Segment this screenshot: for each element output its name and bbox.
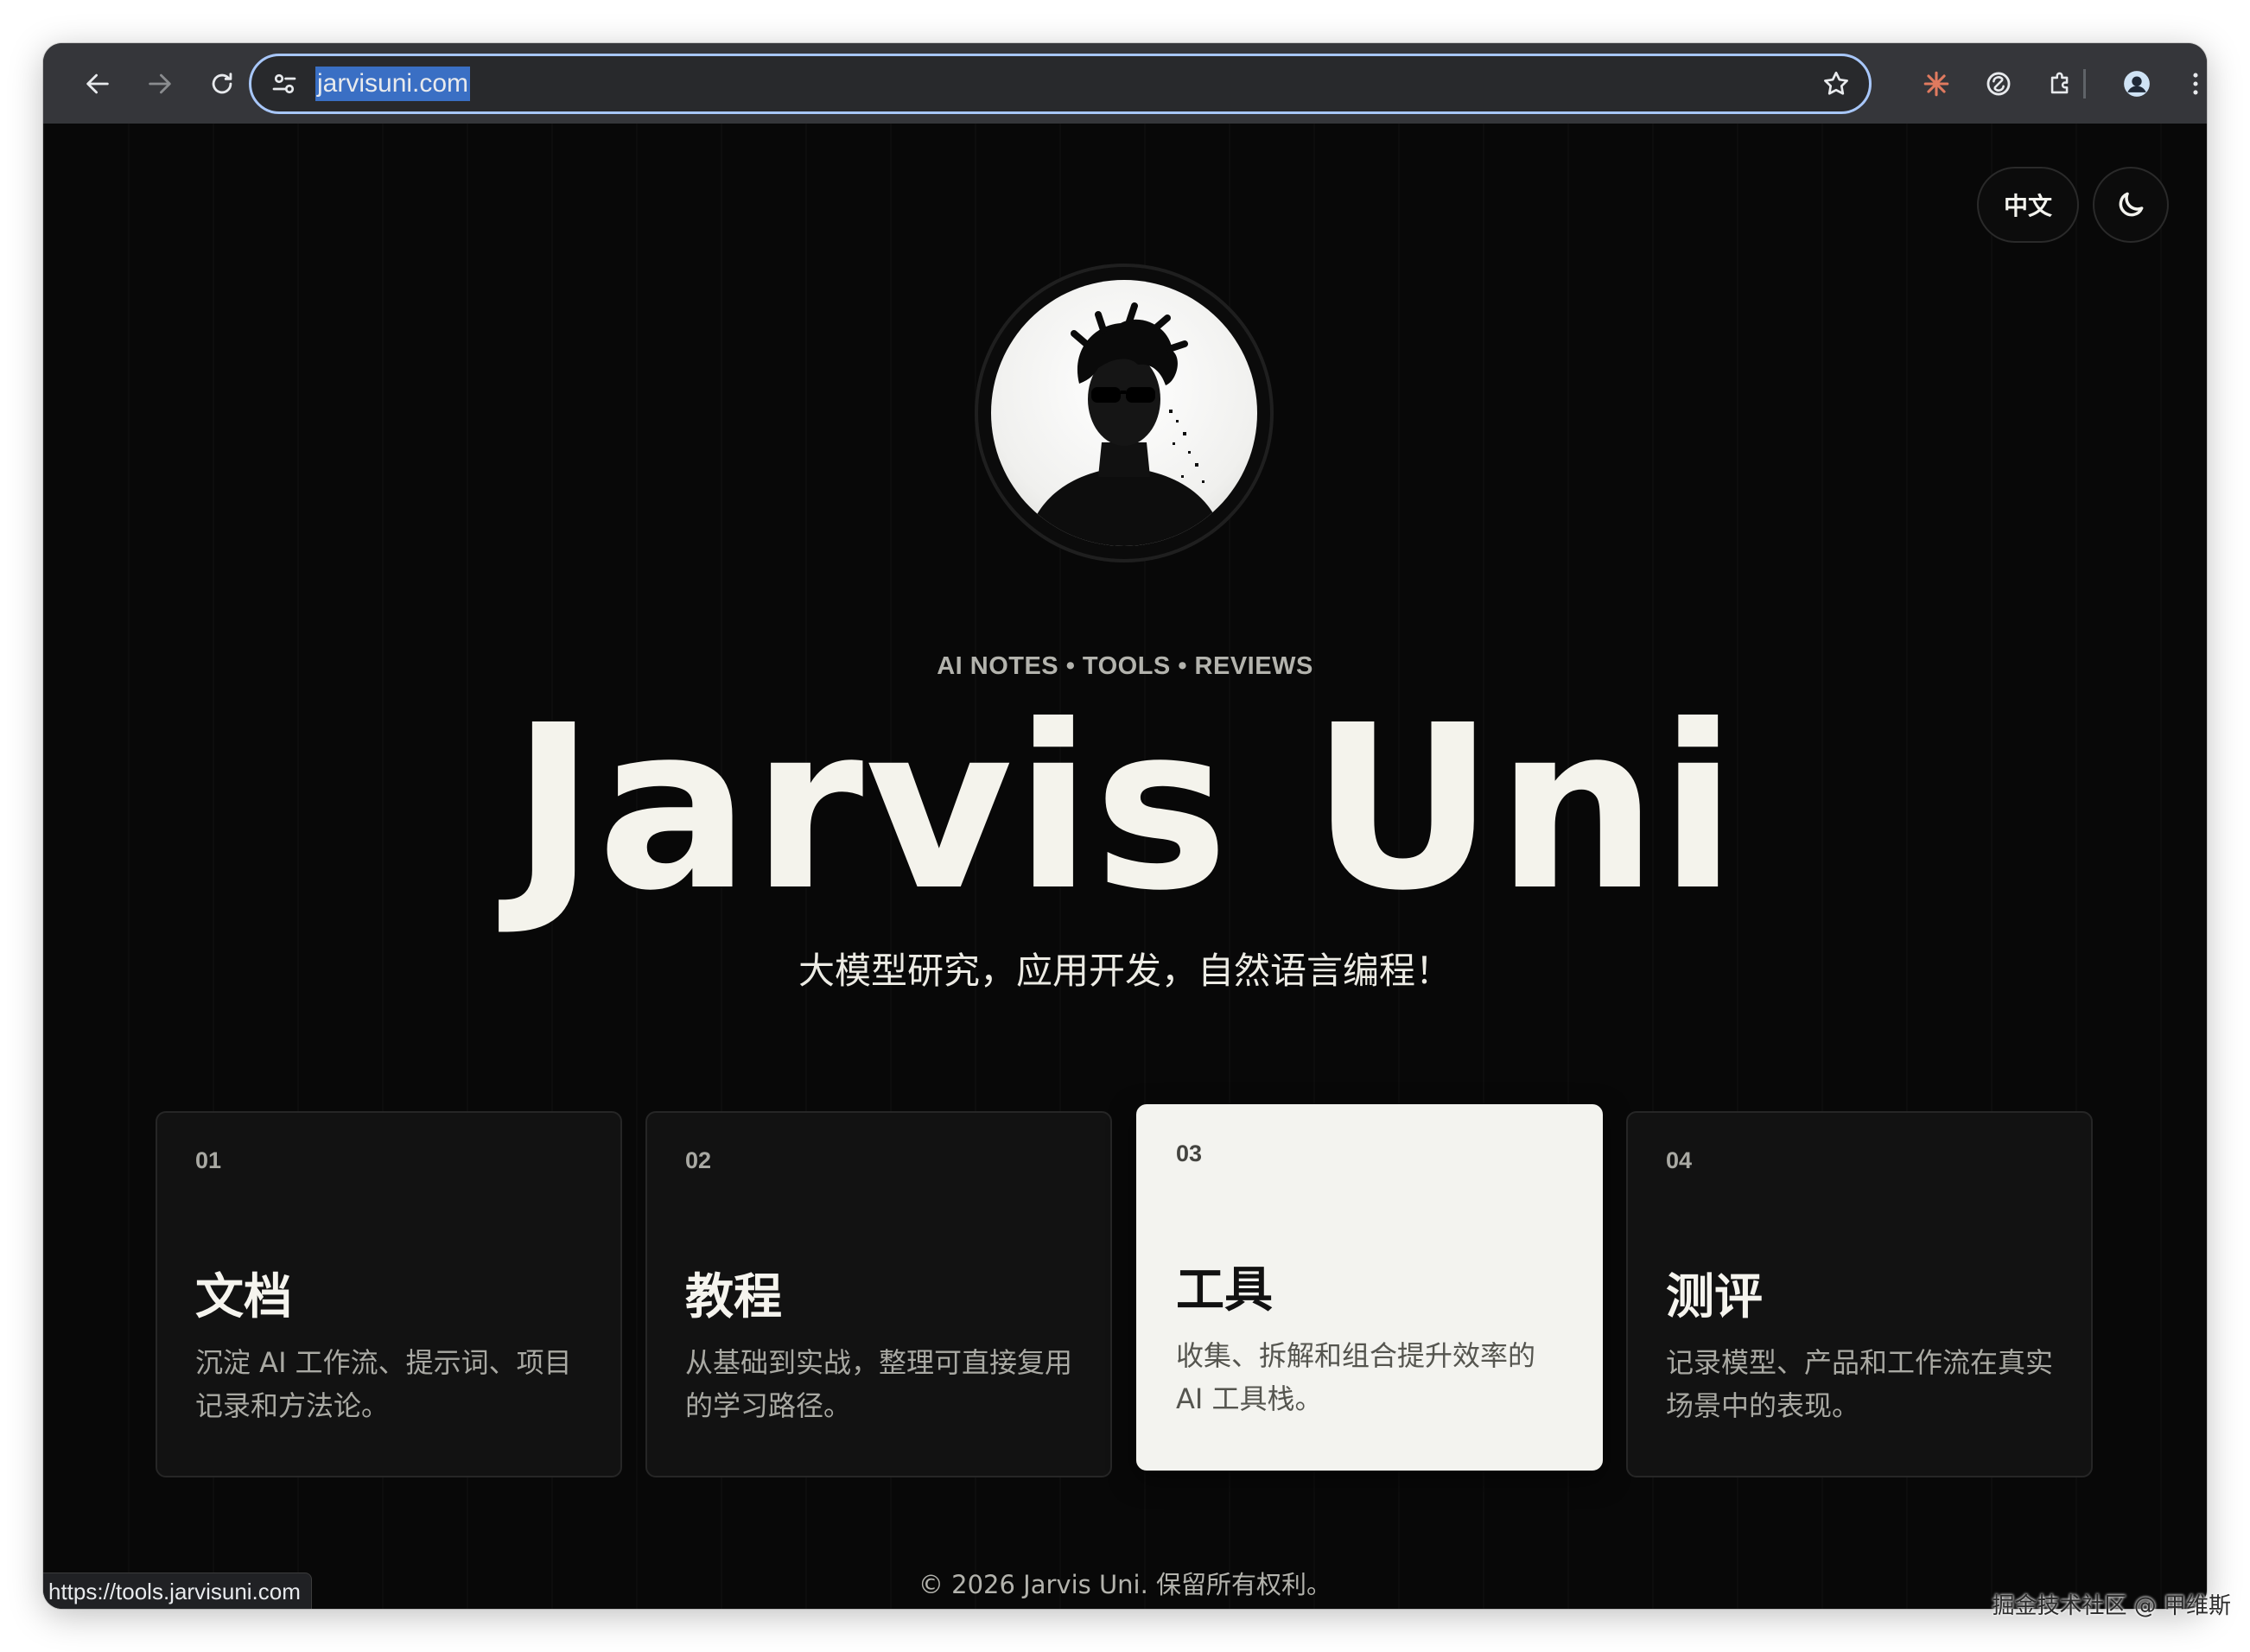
- card-title: 文档: [195, 1269, 292, 1325]
- card-title: 测评: [1666, 1269, 1763, 1325]
- moon-icon: [2119, 192, 2144, 217]
- card-tutorials[interactable]: 02 教程 从基础到实战，整理可直接复用的学习路径。: [645, 1111, 1112, 1477]
- openai-knot-icon: [1986, 72, 2011, 96]
- card-description: 收集、拆解和组合提升效率的 AI 工具栈。: [1176, 1339, 1536, 1415]
- avatar-frame: [975, 264, 1274, 562]
- arrow-right-icon: [149, 73, 171, 94]
- browser-menu-button[interactable]: [2174, 62, 2207, 105]
- profile-button[interactable]: [2115, 62, 2158, 105]
- address-bar[interactable]: jarvisuni.com: [249, 54, 1872, 114]
- card-docs[interactable]: 01 文档 沉淀 AI 工作流、提示词、项目记录和方法论。: [156, 1111, 622, 1477]
- portrait-silhouette-icon: [1026, 302, 1224, 546]
- url-text[interactable]: jarvisuni.com: [315, 67, 471, 101]
- arrow-left-icon: [86, 73, 109, 94]
- card-tools[interactable]: 03 工具 收集、拆解和组合提升效率的 AI 工具栈。: [1136, 1104, 1603, 1471]
- card-description: 记录模型、产品和工作流在真实场景中的表现。: [1666, 1346, 2054, 1422]
- back-button[interactable]: [76, 62, 119, 105]
- browser-toolbar: jarvisuni.com: [43, 43, 2207, 124]
- card-title: 教程: [685, 1269, 782, 1325]
- hero-title: Jarvis Uni: [511, 677, 1739, 940]
- card-number: 01: [195, 1147, 222, 1173]
- card-number: 02: [685, 1147, 712, 1173]
- bookmark-star-icon[interactable]: [1821, 68, 1852, 99]
- toolbar-divider: [2083, 69, 2086, 98]
- theme-toggle-button[interactable]: [2093, 167, 2169, 243]
- reload-icon: [212, 73, 232, 94]
- card-description: 沉淀 AI 工作流、提示词、项目记录和方法论。: [195, 1346, 572, 1422]
- card-description: 从基础到实战，整理可直接复用的学习路径。: [685, 1346, 1073, 1422]
- card-number: 04: [1666, 1147, 1693, 1173]
- profile-avatar-icon: [2124, 71, 2150, 97]
- card-number: 03: [1176, 1141, 1203, 1166]
- page-content: 中文 AI NOTES • TOOLS • REVIEWS Jarvis Uni…: [43, 124, 2207, 1609]
- extension-button-openai[interactable]: [1977, 62, 2020, 105]
- extensions-button[interactable]: [2039, 62, 2082, 105]
- status-bar-url: https://tools.jarvisuni.com: [43, 1573, 312, 1609]
- hero-tagline: 大模型研究，应用开发，自然语言编程！: [798, 950, 1452, 992]
- footer-copyright: © 2026 Jarvis Uni. 保留所有权利。: [918, 1570, 1332, 1599]
- more-vertical-icon: [2193, 73, 2198, 95]
- forward-button[interactable]: [138, 62, 181, 105]
- card-title: 工具: [1176, 1262, 1273, 1318]
- sparkle-icon: [1923, 71, 1949, 97]
- site-settings-icon[interactable]: [269, 68, 300, 99]
- extension-button-sparkle[interactable]: [1915, 62, 1958, 105]
- language-toggle-button[interactable]: 中文: [1977, 167, 2079, 243]
- reload-button[interactable]: [200, 62, 244, 105]
- card-reviews[interactable]: 04 测评 记录模型、产品和工作流在真实场景中的表现。: [1626, 1111, 2093, 1477]
- avatar: [991, 280, 1257, 546]
- watermark: 掘金技术社区 @ 甲维斯: [1992, 1593, 2231, 1619]
- browser-window: jarvisuni.com 中文 AI NOTES • TOOLS • REVI…: [43, 43, 2207, 1609]
- puzzle-piece-icon: [2050, 72, 2069, 94]
